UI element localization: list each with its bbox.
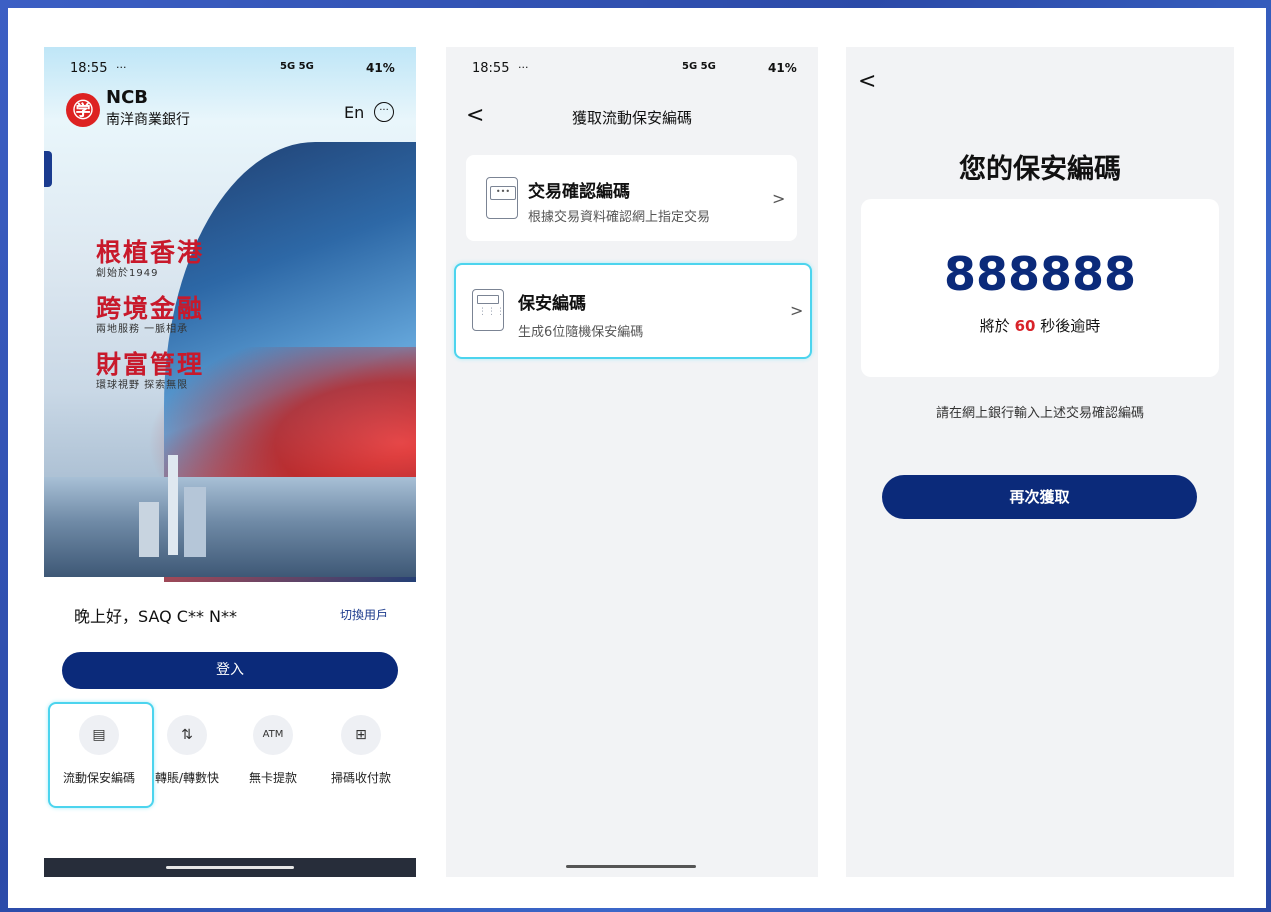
slogan-subtitle: 兩地服務 一脈相承 (96, 324, 189, 335)
quick-action-transfer[interactable]: ⇅ 轉賬/轉數快 (144, 707, 230, 786)
chevron-right-icon: > (772, 189, 786, 208)
timeout-prefix: 將於 (979, 317, 1010, 335)
get-again-button[interactable]: 再次獲取 (882, 475, 1197, 519)
page-title: 獲取流動保安編碼 (571, 109, 692, 127)
slogan-subtitle: 環球視野 探索無限 (96, 380, 189, 391)
bank-logo-icon: ㊫ (66, 93, 100, 127)
status-dots: ··· (116, 61, 127, 74)
atm-icon: ATM (253, 715, 293, 755)
card-subtitle: 生成6位隨機保安編碼 (518, 325, 644, 340)
page-title: 您的保安編碼 (959, 154, 1121, 185)
language-button[interactable]: En (344, 103, 364, 122)
quick-action-label: 流動保安編碼 (62, 771, 135, 785)
keypad-card-icon: ••• (486, 177, 518, 219)
card-title: 保安編碼 (518, 294, 586, 314)
status-network: 5G 5G (280, 61, 314, 72)
back-icon[interactable]: < (858, 69, 876, 94)
building (184, 487, 206, 557)
status-time: 18:55 (70, 61, 108, 76)
home-indicator[interactable] (566, 865, 696, 868)
card-subtitle: 根據交易資料確認網上指定交易 (528, 210, 711, 225)
transfer-icon: ⇅ (167, 715, 207, 755)
more-icon[interactable]: ··· (374, 102, 394, 122)
card-title: 交易確認編碼 (528, 182, 630, 202)
home-indicator[interactable] (166, 866, 294, 869)
qr-code-icon: ⊞ (341, 715, 381, 755)
token-device-icon: ⋮⋮⋮ (472, 289, 505, 331)
security-code-card: 888888 將於 60 秒後逾時 (861, 199, 1219, 377)
status-battery: 41% (768, 61, 797, 75)
timeout-text: 將於 60 秒後逾時 (861, 315, 1219, 336)
instruction-text: 請在網上銀行輸入上述交易確認編碼 (935, 406, 1144, 421)
status-network: 5G 5G (682, 61, 716, 72)
quick-action-cardless-withdrawal[interactable]: ATM 無卡提款 (230, 707, 316, 786)
transaction-code-card[interactable]: ••• 交易確認編碼 根據交易資料確認網上指定交易 > (466, 155, 797, 241)
quick-action-scan-pay[interactable]: ⊞ 掃碼收付款 (318, 707, 404, 786)
greeting-text: 晚上好，SAQ C** N** (74, 607, 238, 626)
switch-user-link[interactable]: 切換用戶 (340, 606, 388, 623)
quick-action-label: 轉賬/轉數快 (154, 771, 220, 785)
timeout-seconds: 60 (1014, 317, 1036, 335)
slogan-subtitle: 創始於1949 (96, 268, 159, 279)
building (168, 455, 178, 555)
banner-city-skyline (44, 477, 416, 577)
security-code-value: 888888 (943, 247, 1137, 301)
quick-action-label: 無卡提款 (248, 771, 297, 785)
login-button[interactable]: 登入 (62, 652, 398, 689)
quick-action-label: 掃碼收付款 (330, 771, 391, 785)
bank-logo-chinese: 南洋商業銀行 (106, 112, 190, 128)
side-drawer-tab[interactable] (44, 151, 52, 187)
chevron-right-icon: > (790, 301, 804, 320)
timeout-suffix: 秒後逾時 (1040, 317, 1101, 335)
building (139, 502, 159, 557)
phone-home-screen: 18:55 ··· 5G 5G 41% ㊫ NCB 南洋商業銀行 En ··· … (44, 47, 416, 877)
status-battery: 41% (366, 61, 395, 75)
status-dots: ··· (518, 61, 529, 74)
phone-security-code-screen: < 您的保安編碼 888888 將於 60 秒後逾時 請在網上銀行輸入上述交易確… (846, 47, 1234, 877)
bank-logo-text: NCB (106, 87, 148, 108)
quick-action-mobile-token[interactable]: ▤ 流動保安編碼 (56, 707, 142, 786)
phone-token-select-screen: 18:55 ··· 5G 5G 41% < 獲取流動保安編碼 ••• 交易確認編… (446, 47, 818, 877)
status-time: 18:55 (472, 61, 510, 76)
token-icon: ▤ (79, 715, 119, 755)
security-code-card[interactable]: ⋮⋮⋮ 保安編碼 生成6位隨機保安編碼 > (454, 263, 812, 359)
